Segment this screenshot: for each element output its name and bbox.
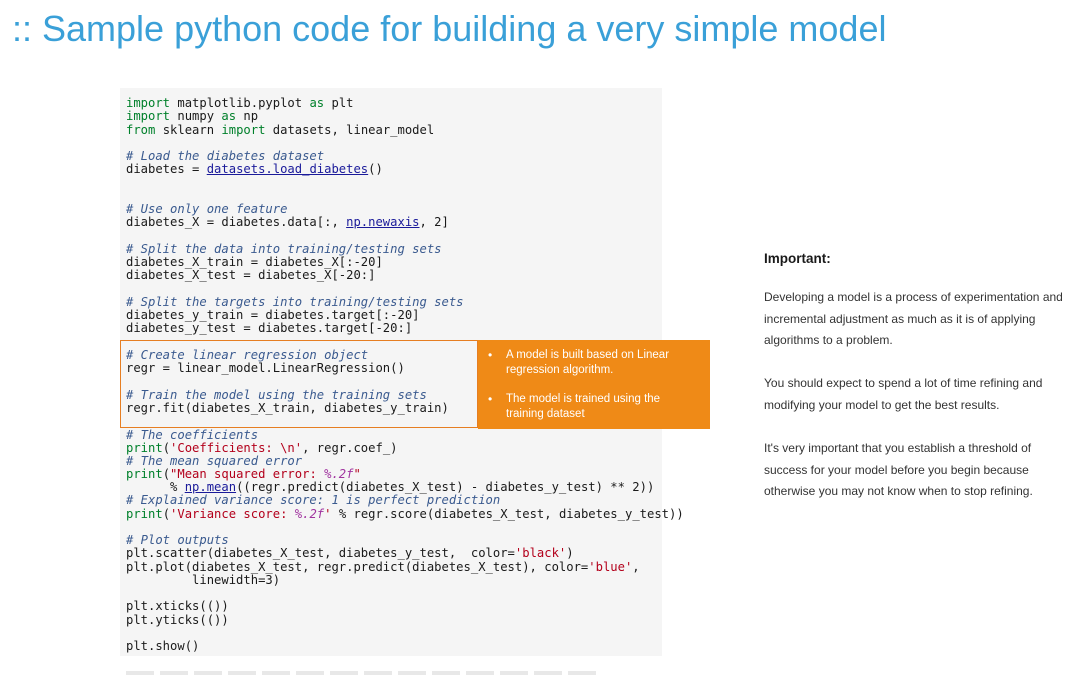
- code-line-24: print('Variance score: %.2f' % regr.scor…: [126, 508, 684, 521]
- code-line-28: linewidth=3): [126, 573, 281, 587]
- code-line-7: diabetes_X = diabetes.data[:, np.newaxis…: [126, 216, 449, 229]
- code-link[interactable]: datasets.load_diabetes: [207, 162, 368, 176]
- code-text: sklearn: [155, 123, 222, 137]
- code-text: , regr.coef_): [302, 441, 398, 455]
- code-text: (: [162, 507, 171, 521]
- code-keyword: print: [126, 507, 163, 521]
- code-text: ): [566, 546, 574, 560]
- code-text: (): [368, 162, 383, 176]
- code-keyword: import: [126, 96, 171, 110]
- important-heading: Important:: [764, 251, 831, 266]
- code-comment: # Explained variance score: 1 is perfect…: [126, 493, 501, 507]
- code-string: 'black': [514, 546, 567, 560]
- code-string: ": [353, 467, 361, 481]
- code-text: (: [162, 441, 171, 455]
- code-line-30: plt.yticks(()): [126, 613, 229, 627]
- code-string: 'Variance score:: [170, 507, 295, 521]
- code-text: ,: [632, 560, 640, 574]
- code-text: plt: [324, 96, 354, 110]
- code-line-3: from sklearn import datasets, linear_mod…: [126, 124, 434, 137]
- code-text: plt.scatter(diabetes_X_test, diabetes_y_…: [126, 546, 515, 560]
- code-text: %: [126, 480, 185, 494]
- callout-text: The model is trained using the training …: [506, 393, 661, 420]
- code-text: diabetes_X = diabetes.data[:,: [126, 215, 347, 229]
- code-line-17: regr.fit(diabetes_X_train, diabetes_y_tr…: [126, 401, 449, 415]
- code-text: ((regr.predict(diabetes_X_test) - diabet…: [236, 480, 655, 494]
- bullet-icon: •: [488, 392, 493, 406]
- code-link[interactable]: np.newaxis: [346, 215, 419, 229]
- callout-text: A model is built based on Linear regress…: [506, 349, 670, 376]
- code-text: numpy: [170, 109, 222, 123]
- code-keyword: as: [221, 109, 237, 123]
- code-line-26: plt.scatter(diabetes_X_test, diabetes_y_…: [126, 547, 574, 560]
- code-line-5: diabetes = datasets.load_diabetes(): [126, 163, 383, 176]
- code-text: diabetes =: [126, 162, 207, 176]
- code-text: matplotlib.pyplot: [170, 96, 310, 110]
- code-keyword: print: [126, 441, 163, 455]
- code-string: 'Coefficients: \n': [170, 441, 303, 455]
- code-text: % regr.score(diabetes_X_test, diabetes_y…: [331, 507, 684, 521]
- code-line-15: regr = linear_model.LinearRegression(): [126, 361, 405, 375]
- code-keyword: from: [126, 123, 156, 137]
- bullet-icon: •: [488, 348, 493, 362]
- code-line-31: plt.show(): [126, 639, 200, 653]
- important-paragraph: You should expect to spend a lot of time…: [764, 376, 1043, 412]
- callout-item: • A model is built based on Linear regre…: [486, 348, 700, 378]
- code-text: , 2]: [419, 215, 449, 229]
- code-format: %.2f: [324, 467, 354, 481]
- code-line-13: diabetes_y_test = diabetes.target[-20:]: [126, 321, 413, 335]
- code-link[interactable]: np.mean: [185, 480, 236, 494]
- important-paragraph: It's very important that you establish a…: [764, 441, 1033, 498]
- code-string: 'blue': [588, 560, 633, 574]
- code-line-29: plt.xticks(()): [126, 599, 229, 613]
- code-keyword: import: [221, 123, 266, 137]
- important-paragraph: Developing a model is a process of exper…: [764, 290, 1063, 347]
- code-line-10: diabetes_X_test = diabetes_X[-20:]: [126, 268, 376, 282]
- callout-box: • A model is built based on Linear regre…: [478, 340, 710, 429]
- code-format: %.2f: [294, 507, 325, 521]
- code-string: "Mean squared error:: [170, 467, 325, 481]
- code-text: datasets, linear_model: [265, 123, 435, 137]
- slide-title: :: Sample python code for building a ver…: [12, 8, 887, 49]
- code-text: (: [162, 467, 171, 481]
- code-keyword: print: [126, 467, 163, 481]
- callout-item: • The model is trained using the trainin…: [486, 392, 700, 422]
- code-text: np: [236, 109, 259, 123]
- code-keyword: as: [309, 96, 325, 110]
- code-line-2: import numpy as np: [126, 110, 258, 123]
- code-keyword: import: [126, 109, 171, 123]
- code-text: plt.plot(diabetes_X_test, regr.predict(d…: [126, 560, 589, 574]
- faint-caption-line: [126, 671, 596, 675]
